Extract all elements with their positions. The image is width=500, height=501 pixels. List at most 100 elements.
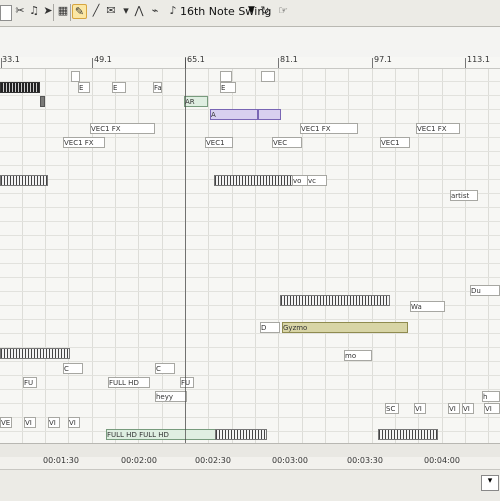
audio-clip[interactable]: FU [23, 377, 37, 388]
marker-icon[interactable]: ☞ [276, 4, 290, 18]
audio-clip[interactable] [220, 71, 232, 82]
audio-clip[interactable]: Fa [153, 82, 162, 93]
bell-icon[interactable]: ♫ [27, 4, 41, 18]
audio-clip[interactable]: h [482, 391, 500, 402]
ruler-label-97: 97.1 [374, 55, 392, 64]
audio-clip[interactable]: VI [24, 417, 36, 428]
audio-clip[interactable]: E [220, 82, 236, 93]
clip-label-vec1: VEC1 [206, 139, 225, 147]
audio-clip[interactable] [40, 96, 45, 107]
audio-clip[interactable] [214, 175, 294, 186]
time-label-6: 00:04:00 [424, 456, 460, 465]
clip-label-e: E [113, 84, 118, 92]
audio-clip[interactable]: VEC1 [205, 137, 233, 148]
time-ruler: 00:01:30 00:02:00 00:02:30 00:03:00 00:0… [0, 456, 500, 469]
clip-label-d: D [261, 324, 267, 332]
cut-icon[interactable]: ✂ [13, 4, 27, 18]
audio-clip[interactable]: C [63, 363, 83, 374]
time-label-2: 00:02:00 [121, 456, 157, 465]
audio-clip[interactable]: FULL HD FULL HD [106, 429, 216, 440]
clip-label-vi: VI [449, 405, 456, 413]
clip-label-vec1-fx: VEC1 FX [91, 125, 121, 133]
clip-label-full-hd: FULL HD [107, 431, 137, 439]
bar-ruler[interactable]: 33.1 49.1 65.1 81.1 97.1 113.1 [0, 55, 500, 69]
audio-clip[interactable] [215, 429, 267, 440]
audio-clip[interactable] [0, 175, 48, 186]
loop-icon[interactable]: ↻ [258, 4, 272, 18]
audio-clip[interactable]: D [260, 322, 280, 333]
swing-dropdown-arrow[interactable]: ▼ [248, 5, 255, 15]
audio-clip[interactable]: vc [307, 175, 327, 186]
clip-label-vec1-fx: VEC1 FX [417, 125, 447, 133]
ruler-label-49: 49.1 [94, 55, 112, 64]
audio-clip[interactable]: E [78, 82, 90, 93]
time-label-1: 00:01:30 [43, 456, 79, 465]
audio-clip[interactable]: VE [0, 417, 12, 428]
audio-clip[interactable]: A [210, 109, 258, 120]
grid-icon[interactable]: ▦ [56, 4, 70, 18]
audio-clip[interactable]: VEC1 FX [416, 123, 460, 134]
audio-clip[interactable] [261, 71, 275, 82]
audio-clip[interactable]: Wa [410, 301, 445, 312]
clip-label-c: C [156, 365, 161, 373]
clip-label-vi: VI [463, 405, 470, 413]
clip-label-vec1-fx: VEC1 FX [301, 125, 331, 133]
time-label-5: 00:03:30 [347, 456, 383, 465]
audio-clip[interactable] [71, 71, 80, 82]
clip-label-vi: VI [25, 419, 32, 427]
audio-clip[interactable]: VEC1 [380, 137, 410, 148]
audio-clip[interactable]: AR [184, 96, 208, 107]
audio-clip[interactable]: VI [414, 403, 426, 414]
clip-label-gyzmo: Gyzmo [283, 324, 308, 332]
clip-label-artist: artist [451, 192, 470, 200]
audio-clip[interactable] [0, 348, 70, 359]
audio-clip[interactable]: VEC1 FX [63, 137, 105, 148]
clip-label-du: Du [471, 287, 481, 295]
audio-clip[interactable]: VI [484, 403, 500, 414]
audio-clip[interactable] [280, 295, 390, 306]
audio-clip[interactable]: mo [344, 350, 372, 361]
audio-clip[interactable] [0, 82, 40, 93]
branch-icon[interactable]: ⋀ [132, 4, 146, 18]
metronome-icon[interactable]: ♪ [166, 4, 180, 18]
pointer-arrow-icon[interactable]: ▾ [119, 4, 133, 18]
audio-clip[interactable]: heyy [155, 391, 187, 402]
audio-clip[interactable]: VEC [272, 137, 302, 148]
playhead[interactable] [185, 57, 186, 443]
audio-clip[interactable]: VI [448, 403, 460, 414]
clip-label-mo: mo [345, 352, 357, 360]
audio-clip[interactable]: FU [180, 377, 194, 388]
audio-clip[interactable]: Du [470, 285, 500, 296]
arrangement-track-area[interactable]: E E Fa AR E A VEC1 FX VEC1 FX VEC1 FX VE… [0, 69, 500, 443]
time-label-3: 00:02:30 [195, 456, 231, 465]
toolbar-dropdown[interactable] [0, 5, 12, 21]
mixer-icon[interactable]: ⌁ [148, 4, 162, 18]
audio-clip[interactable]: VEC1 FX [90, 123, 155, 134]
envelope-icon[interactable]: ✉ [104, 4, 118, 18]
audio-clip[interactable]: artist [450, 190, 478, 201]
clip-label-full-hd: FULL HD [139, 431, 169, 439]
audio-clip[interactable]: Gyzmo [282, 322, 408, 333]
pencil-icon[interactable]: ✎ [72, 4, 87, 19]
audio-clip[interactable] [258, 109, 281, 120]
clip-label-h: h [483, 393, 488, 401]
clip-label-ar: AR [185, 98, 195, 106]
clip-label-fu: FU [24, 379, 34, 387]
status-bar [0, 469, 500, 501]
clip-label-sc: SC [386, 405, 396, 413]
audio-clip[interactable]: E [112, 82, 126, 93]
clip-label-ve: VE [1, 419, 11, 427]
brush-icon[interactable]: ╱ [89, 4, 103, 18]
audio-clip[interactable]: FULL HD [108, 377, 150, 388]
clip-label-vec: VEC [273, 139, 288, 147]
audio-clip[interactable] [378, 429, 438, 440]
audio-clip[interactable]: C [155, 363, 175, 374]
audio-clip[interactable]: VI [48, 417, 60, 428]
toolbar: ✂ ♫ ➤ ▦ ✎ ╱ ✉ ▾ ⋀ ⌁ ♪ 16th Note Swing ▼ … [0, 0, 500, 27]
audio-clip[interactable]: SC [385, 403, 399, 414]
clip-label-vi: VI [485, 405, 492, 413]
scroll-options-button[interactable]: ▾ [481, 475, 499, 491]
audio-clip[interactable]: VI [68, 417, 80, 428]
audio-clip[interactable]: VI [462, 403, 474, 414]
audio-clip[interactable]: VEC1 FX [300, 123, 358, 134]
